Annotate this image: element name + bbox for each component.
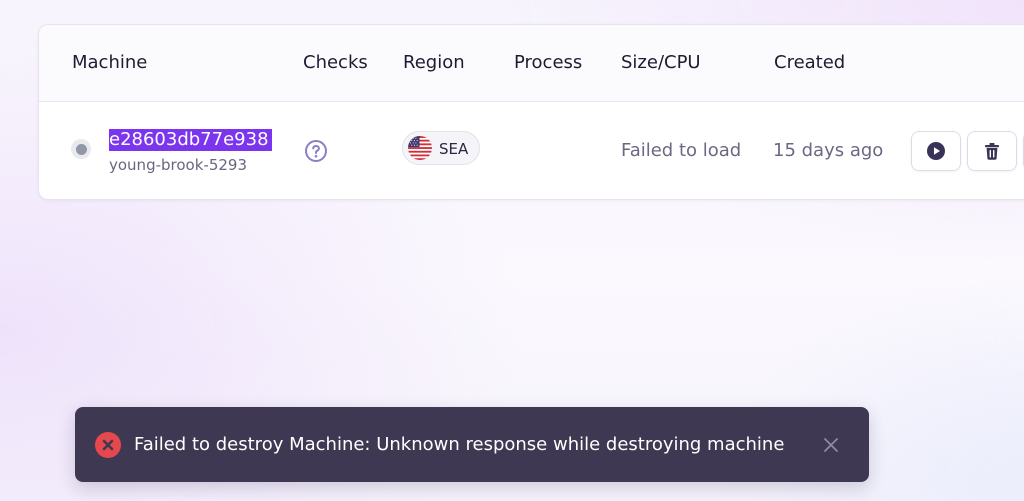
close-icon[interactable] <box>820 434 842 456</box>
error-toast: Failed to destroy Machine: Unknown respo… <box>75 407 869 482</box>
machines-table: Machine Checks Region Process Size/CPU C… <box>38 24 1024 200</box>
created-value: 15 days ago <box>773 140 884 161</box>
us-flag-icon <box>408 136 432 160</box>
header-checks[interactable]: Checks <box>303 52 368 74</box>
status-indicator <box>71 139 91 159</box>
error-x-icon <box>95 432 121 458</box>
machine-id-selection: e28603db77e938 <box>109 129 272 151</box>
trash-icon <box>985 143 999 160</box>
play-icon <box>927 142 945 160</box>
header-size-cpu[interactable]: Size/CPU <box>621 52 701 74</box>
table-row[interactable]: e28603db77e938 young-brook-5293 SEA Fail… <box>39 102 1024 199</box>
toast-message: Failed to destroy Machine: Unknown respo… <box>134 434 785 455</box>
region-code: SEA <box>439 140 469 158</box>
destroy-machine-button[interactable] <box>967 131 1017 171</box>
header-created[interactable]: Created <box>774 52 845 74</box>
header-machine[interactable]: Machine <box>72 52 147 74</box>
region-badge: SEA <box>402 131 480 165</box>
start-machine-button[interactable] <box>911 131 961 171</box>
machine-name: young-brook-5293 <box>109 156 247 174</box>
header-process[interactable]: Process <box>514 52 582 74</box>
question-circle-icon[interactable] <box>304 139 328 163</box>
machine-id[interactable]: e28603db77e938 <box>109 129 269 150</box>
table-header: Machine Checks Region Process Size/CPU C… <box>39 25 1024 102</box>
status-dot <box>75 143 87 155</box>
size-cpu-value: Failed to load <box>621 140 742 161</box>
header-region[interactable]: Region <box>403 52 465 74</box>
